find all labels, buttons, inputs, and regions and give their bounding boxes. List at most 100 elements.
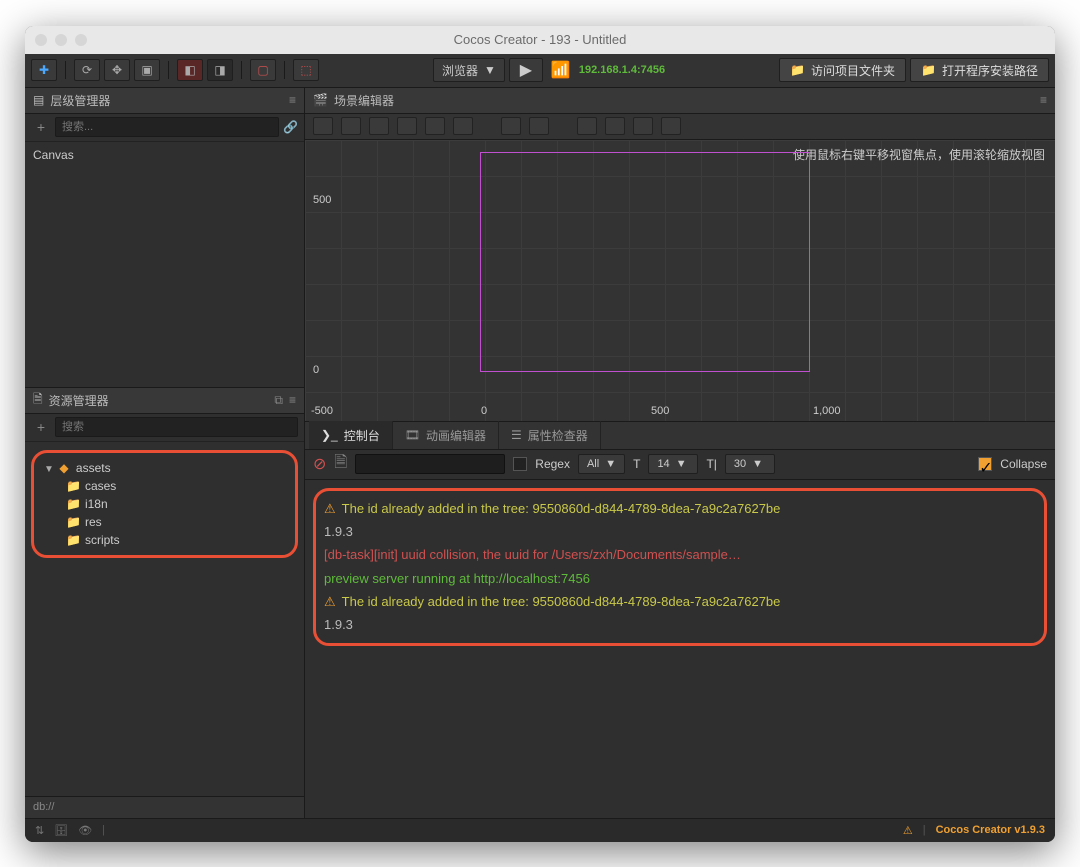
preview-platform-label: 浏览器 <box>442 62 478 79</box>
log-line[interactable]: ⚠The id already added in the tree: 95508… <box>324 497 1036 520</box>
wifi-icon: 📶 <box>551 60 571 80</box>
file-icon: 🗎 <box>33 390 43 411</box>
warning-icon[interactable]: ⚠ <box>903 824 913 837</box>
scene-hint: 使用鼠标右键平移视窗焦点，使用滚轮缩放视图 <box>793 146 1045 163</box>
tab-console[interactable]: ❯_ 控制台 <box>309 421 393 449</box>
chevron-down-icon: ▼ <box>676 458 687 470</box>
tab-inspector[interactable]: ☰ 属性检查器 <box>499 421 601 449</box>
open-install-path-button[interactable]: 📁 打开程序安装路径 <box>910 58 1049 82</box>
warning-icon: ⚠ <box>324 594 336 609</box>
level-dropdown[interactable]: All▼ <box>578 454 625 474</box>
assets-root[interactable]: ▼ ◆ assets <box>36 459 293 477</box>
log-file-icon[interactable]: 🗎 <box>334 451 347 478</box>
log-line[interactable]: preview server running at http://localho… <box>324 567 1036 590</box>
dist-h[interactable] <box>501 117 521 135</box>
log-line[interactable]: ⚠The id already added in the tree: 95508… <box>324 590 1036 613</box>
add-asset-button[interactable]: + <box>31 417 51 437</box>
align-left[interactable] <box>313 117 333 135</box>
folder-icon: 📁 <box>66 479 81 493</box>
assets-path: db:// <box>25 796 304 818</box>
clear-icon[interactable]: ⊘ <box>313 454 326 474</box>
assets-tree[interactable]: ▼ ◆ assets 📁cases📁i18n📁res📁scripts <box>25 442 304 796</box>
console-body[interactable]: ⚠The id already added in the tree: 95508… <box>305 480 1055 818</box>
log-line[interactable]: 1.9.3 <box>324 613 1036 636</box>
console-filter-input[interactable] <box>355 454 505 474</box>
refresh-button[interactable]: ⟳ <box>74 59 100 81</box>
bottom-tabs: ❯_ 控制台 🎞 动画编辑器 ☰ 属性检查器 <box>305 422 1055 450</box>
highlight-box: ⚠The id already added in the tree: 95508… <box>313 488 1047 646</box>
scene-canvas[interactable]: 使用鼠标右键平移视窗焦点，使用滚轮缩放视图 500 0 -500 0 500 1… <box>305 140 1055 421</box>
open-project-folder-button[interactable]: 📁 访问项目文件夹 <box>779 58 906 82</box>
folder-icon: 📁 <box>66 515 81 529</box>
align-bottom[interactable] <box>453 117 473 135</box>
app-window: Cocos Creator - 193 - Untitled ✚ ⟳ ✥ ▣ ◧… <box>25 26 1055 842</box>
log-line[interactable]: [db-task][init] uuid collision, the uuid… <box>324 543 1036 566</box>
play-button[interactable]: ▶ <box>509 58 543 82</box>
align-extra3[interactable] <box>633 117 653 135</box>
window-title: Cocos Creator - 193 - Untitled <box>25 32 1055 47</box>
dist-v[interactable] <box>529 117 549 135</box>
eye-icon[interactable]: 👁 <box>78 824 92 837</box>
right-column: 🎬 场景编辑器 ≡ <box>305 88 1055 818</box>
asset-folder[interactable]: 📁i18n <box>36 495 293 513</box>
assets-searchbar: + <box>25 414 304 442</box>
red-square-tool[interactable]: ▢ <box>250 59 276 81</box>
scene-header: 🎬 场景编辑器 ≡ <box>305 88 1055 114</box>
align-extra2[interactable] <box>605 117 625 135</box>
asset-folder[interactable]: 📁res <box>36 513 293 531</box>
asset-folder[interactable]: 📁cases <box>36 477 293 495</box>
hierarchy-header: ▤ 层级管理器 ≡ <box>25 88 304 114</box>
align-top[interactable] <box>397 117 417 135</box>
hierarchy-search-input[interactable] <box>55 117 279 137</box>
align-extra1[interactable] <box>577 117 597 135</box>
folder-icon: 📁 <box>66 497 81 511</box>
scene-align-toolbar <box>305 114 1055 140</box>
collapse-checkbox[interactable]: ✓ <box>978 457 992 471</box>
hierarchy-searchbar: + 🔗 <box>25 114 304 142</box>
scene-icon: 🎬 <box>313 93 328 107</box>
add-button[interactable]: ✚ <box>31 59 57 81</box>
align-extra4[interactable] <box>661 117 681 135</box>
assets-panel: 🗎 资源管理器 ⧉ ≡ + ▼ ◆ assets <box>25 388 304 818</box>
menu-icon[interactable]: ≡ <box>289 393 296 407</box>
log-line[interactable]: 1.9.3 <box>324 520 1036 543</box>
collapse-label: Collapse <box>1000 457 1047 471</box>
preview-platform-dropdown[interactable]: 浏览器 ▼ <box>433 58 505 82</box>
scene-panel: 🎬 场景编辑器 ≡ <box>305 88 1055 422</box>
hierarchy-tree[interactable]: Canvas <box>25 142 304 387</box>
align-vcenter[interactable] <box>425 117 445 135</box>
menu-icon[interactable]: ≡ <box>289 93 296 107</box>
chevron-down-icon: ▼ <box>484 63 496 77</box>
tab-animation[interactable]: 🎞 动画编辑器 <box>393 421 499 449</box>
align-right[interactable] <box>369 117 389 135</box>
console-toolbar: ⊘ 🗎 Regex All▼ T 14▼ T| 30▼ <box>305 450 1055 480</box>
lineheight-dropdown[interactable]: 30▼ <box>725 454 775 474</box>
move-tool[interactable]: ✥ <box>104 59 130 81</box>
regex-checkbox[interactable] <box>513 457 527 471</box>
regex-label: Regex <box>535 457 570 471</box>
link-icon[interactable]: 🔗 <box>283 120 298 134</box>
left-column: ▤ 层级管理器 ≡ + 🔗 Canvas 🗎 资源管理器 <box>25 88 305 818</box>
db-icon[interactable]: 🗄 <box>54 824 68 837</box>
hierarchy-node-canvas[interactable]: Canvas <box>25 146 304 164</box>
sync-icon[interactable]: ⇅ <box>35 824 44 837</box>
align-hcenter[interactable] <box>341 117 361 135</box>
pivot-tool[interactable]: ◨ <box>207 59 233 81</box>
terminal-icon: ❯_ <box>321 428 338 442</box>
selection-rect <box>480 152 810 372</box>
fontsize-dropdown[interactable]: 14▼ <box>648 454 698 474</box>
caret-down-icon[interactable]: ▼ <box>44 464 54 475</box>
popout-icon[interactable]: ⧉ <box>274 393 283 408</box>
statusbar: ⇅ 🗄 👁 | ⚠ | Cocos Creator v1.9.3 <box>25 818 1055 842</box>
menu-icon[interactable]: ≡ <box>1040 93 1047 107</box>
assets-search-input[interactable] <box>55 417 298 437</box>
add-node-button[interactable]: + <box>31 117 51 137</box>
preview-address: 192.168.1.4:7456 <box>579 64 665 76</box>
gizmo-tool[interactable]: ⬚ <box>293 59 319 81</box>
list-icon: ▤ <box>33 93 44 107</box>
asset-folder[interactable]: 📁scripts <box>36 531 293 549</box>
animation-icon: 🎞 <box>405 428 420 442</box>
rect-tool[interactable]: ▣ <box>134 59 160 81</box>
anchor-tool[interactable]: ◧ <box>177 59 203 81</box>
fontsize-icon: T <box>633 457 640 471</box>
